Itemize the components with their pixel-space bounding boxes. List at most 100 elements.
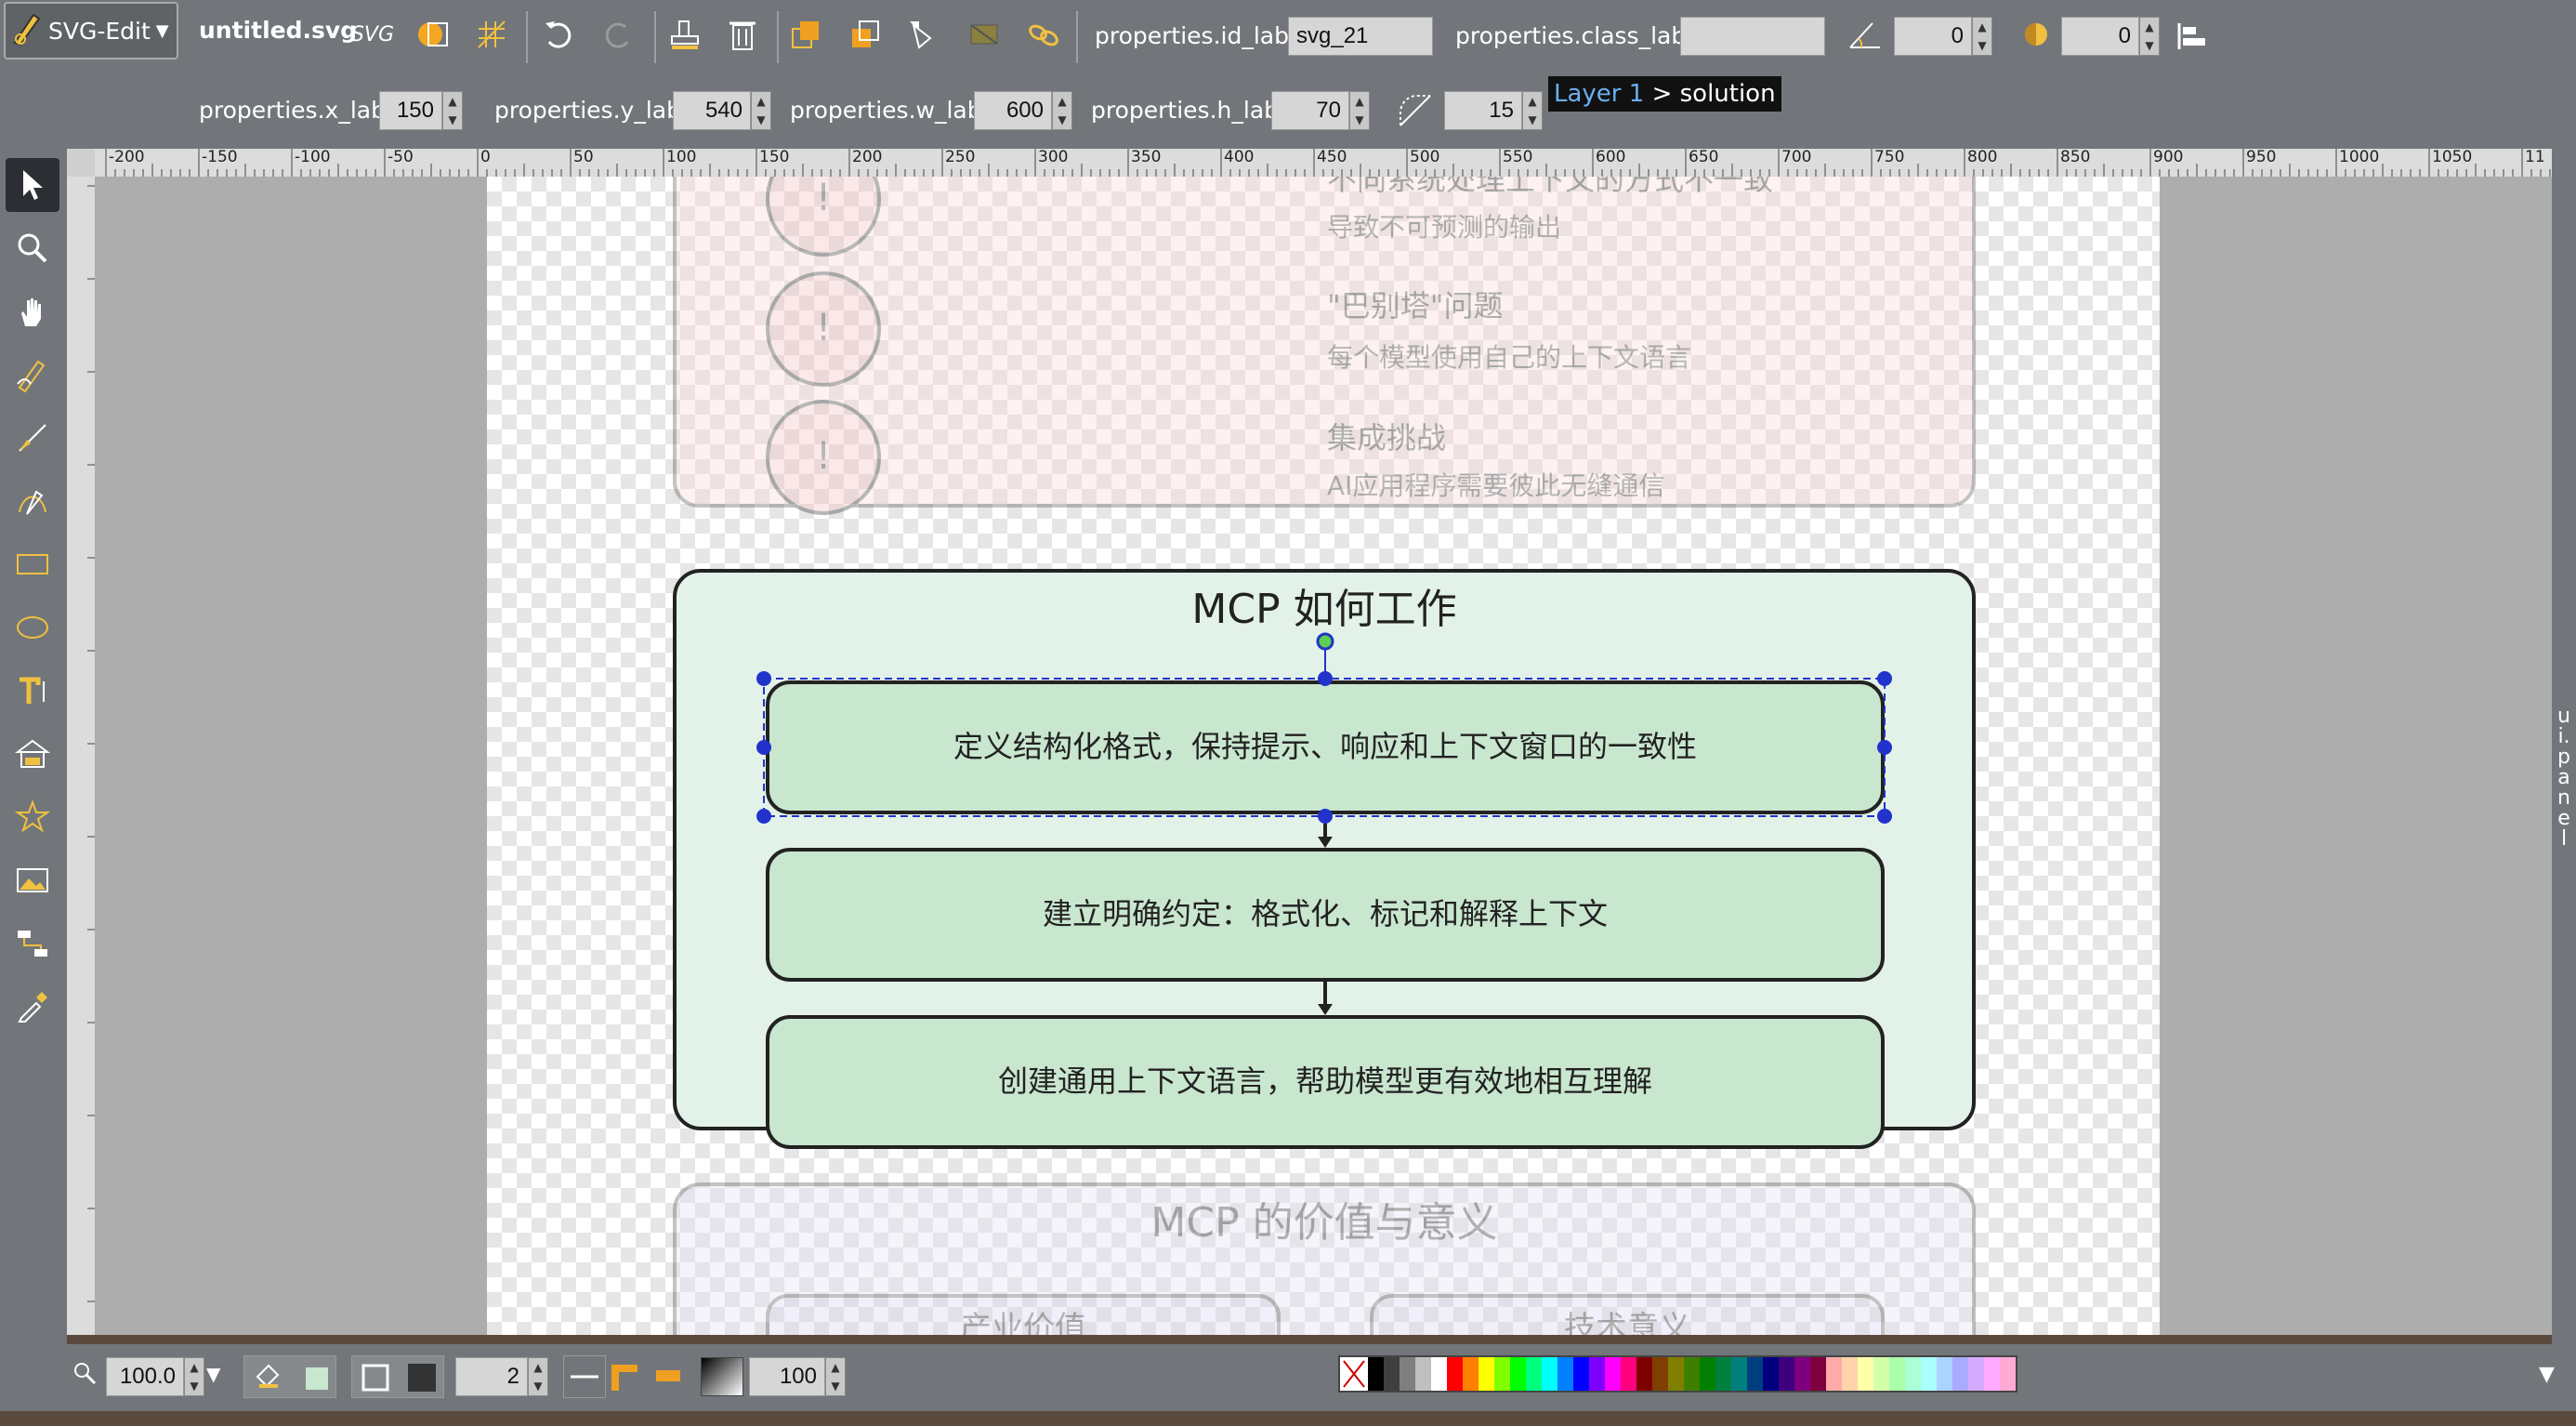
palette-swatch[interactable]	[1494, 1357, 1510, 1391]
link-button[interactable]	[1020, 11, 1067, 58]
palette-swatch[interactable]	[1368, 1357, 1384, 1391]
palette-swatch[interactable]	[1905, 1357, 1921, 1391]
svg-source-button[interactable]: SVG	[349, 11, 396, 58]
image-library-tool[interactable]	[6, 727, 59, 781]
palette-swatch[interactable]	[1826, 1357, 1842, 1391]
fill-color-picker[interactable]	[243, 1355, 336, 1398]
zoom-tool[interactable]	[6, 221, 59, 275]
palette-swatch[interactable]	[1873, 1357, 1889, 1391]
ellipse-tool[interactable]	[6, 601, 59, 654]
resize-handle-n[interactable]	[1318, 671, 1333, 686]
no-color-swatch[interactable]	[1340, 1357, 1368, 1391]
palette-swatch[interactable]	[1573, 1357, 1589, 1391]
palette-swatch[interactable]	[1700, 1357, 1715, 1391]
palette-swatch[interactable]	[1557, 1357, 1573, 1391]
stroke-width-input[interactable]	[455, 1357, 528, 1396]
connector-tool[interactable]	[6, 917, 59, 970]
zoom-stepper[interactable]: ▲ ▼	[184, 1357, 204, 1396]
palette-swatch[interactable]	[1715, 1357, 1731, 1391]
palette-swatch[interactable]	[1747, 1357, 1763, 1391]
palette-swatch[interactable]	[1779, 1357, 1794, 1391]
palette-swatch[interactable]	[1921, 1357, 1937, 1391]
palette-swatch[interactable]	[1858, 1357, 1873, 1391]
reorient-button[interactable]	[901, 11, 948, 58]
pan-tool[interactable]	[6, 284, 59, 338]
palette-swatch[interactable]	[1731, 1357, 1747, 1391]
palette-swatch[interactable]	[1415, 1357, 1431, 1391]
stroke-style-button[interactable]	[563, 1355, 606, 1398]
group-button[interactable]	[961, 11, 1007, 58]
id-input[interactable]	[1288, 17, 1433, 56]
blur-input[interactable]	[2061, 17, 2139, 56]
palette-swatch[interactable]	[1952, 1357, 1968, 1391]
blur-stepper[interactable]: ▲ ▼	[2139, 17, 2160, 56]
palette-swatch[interactable]	[1510, 1357, 1526, 1391]
palette-swatch[interactable]	[1810, 1357, 1826, 1391]
palette-swatch[interactable]	[1968, 1357, 1984, 1391]
wireframe-button[interactable]	[409, 11, 455, 58]
shape-library-tool[interactable]	[6, 790, 59, 844]
line-tool[interactable]	[6, 411, 59, 465]
freehand-tool[interactable]	[6, 348, 59, 402]
resize-handle-w[interactable]	[756, 740, 771, 755]
height-input[interactable]	[1271, 91, 1349, 130]
color-palette[interactable]	[1338, 1355, 2017, 1393]
palette-swatch[interactable]	[1542, 1357, 1557, 1391]
line-join-button[interactable]	[610, 1357, 643, 1398]
height-stepper[interactable]: ▲ ▼	[1349, 91, 1370, 130]
corner-radius-input[interactable]	[1444, 91, 1522, 130]
palette-swatch[interactable]	[1794, 1357, 1810, 1391]
align-button[interactable]	[2171, 15, 2214, 58]
resize-handle-sw[interactable]	[756, 809, 771, 824]
resize-handle-ne[interactable]	[1877, 671, 1892, 686]
palette-swatch[interactable]	[1479, 1357, 1494, 1391]
resize-handle-se[interactable]	[1877, 809, 1892, 824]
undo-button[interactable]	[535, 11, 582, 58]
canvas-workarea[interactable]: ! 不同系统处理上下文的方式不一致 导致不可预测的输出 ! "巴别塔"问题 每个…	[95, 177, 2552, 1335]
move-to-top-button[interactable]	[782, 11, 829, 58]
palette-swatch[interactable]	[2000, 1357, 2016, 1391]
move-to-bottom-button[interactable]	[842, 11, 888, 58]
rotate-handle[interactable]	[1316, 632, 1334, 651]
resize-handle-nw[interactable]	[756, 671, 771, 686]
path-tool[interactable]	[6, 474, 59, 528]
palette-swatch[interactable]	[1842, 1357, 1858, 1391]
rect-tool[interactable]	[6, 537, 59, 591]
delete-button[interactable]	[719, 11, 766, 58]
drawing-svg[interactable]: ! 不同系统处理上下文的方式不一致 导致不可预测的输出 ! "巴别塔"问题 每个…	[487, 177, 2160, 1335]
opacity-stepper[interactable]: ▲ ▼	[825, 1357, 846, 1396]
zoom-dropdown-icon[interactable]: ▼	[206, 1363, 220, 1385]
value-panel[interactable]: MCP 的价值与意义 产业价值 技术意义	[673, 1182, 1976, 1335]
angle-stepper[interactable]: ▲ ▼	[1972, 17, 1992, 56]
palette-swatch[interactable]	[1889, 1357, 1905, 1391]
main-menu-button[interactable]: SVG-Edit ▼	[4, 2, 178, 59]
stroke-color-picker[interactable]	[351, 1355, 444, 1398]
clone-button[interactable]	[662, 11, 708, 58]
y-stepper[interactable]: ▲ ▼	[751, 91, 771, 130]
layer-name-link[interactable]: Layer 1	[1554, 80, 1644, 108]
palette-swatch[interactable]	[1984, 1357, 2000, 1391]
y-input[interactable]	[673, 91, 751, 130]
palette-swatch[interactable]	[1684, 1357, 1700, 1391]
opacity-input[interactable]	[749, 1357, 825, 1396]
resize-handle-e[interactable]	[1877, 740, 1892, 755]
zoom-input[interactable]	[106, 1357, 184, 1396]
right-panel-handle[interactable]: ui.panel	[2552, 149, 2576, 1344]
palette-swatch[interactable]	[1636, 1357, 1652, 1391]
palette-swatch[interactable]	[1937, 1357, 1952, 1391]
select-tool[interactable]	[6, 158, 59, 212]
palette-swatch[interactable]	[1652, 1357, 1668, 1391]
corner-radius-stepper[interactable]: ▲ ▼	[1522, 91, 1543, 130]
x-input[interactable]	[379, 91, 442, 130]
grid-button[interactable]	[468, 11, 515, 58]
width-stepper[interactable]: ▲ ▼	[1052, 91, 1072, 130]
palette-swatch[interactable]	[1668, 1357, 1684, 1391]
palette-swatch[interactable]	[1621, 1357, 1636, 1391]
palette-swatch[interactable]	[1384, 1357, 1400, 1391]
x-stepper[interactable]: ▲ ▼	[442, 91, 463, 130]
problems-panel[interactable]: ! 不同系统处理上下文的方式不一致 导致不可预测的输出 ! "巴别塔"问题 每个…	[673, 177, 1976, 515]
palette-swatch[interactable]	[1605, 1357, 1621, 1391]
svg-document[interactable]: ! 不同系统处理上下文的方式不一致 导致不可预测的输出 ! "巴别塔"问题 每个…	[487, 177, 2160, 1335]
palette-swatch[interactable]	[1589, 1357, 1605, 1391]
palette-swatch[interactable]	[1447, 1357, 1463, 1391]
